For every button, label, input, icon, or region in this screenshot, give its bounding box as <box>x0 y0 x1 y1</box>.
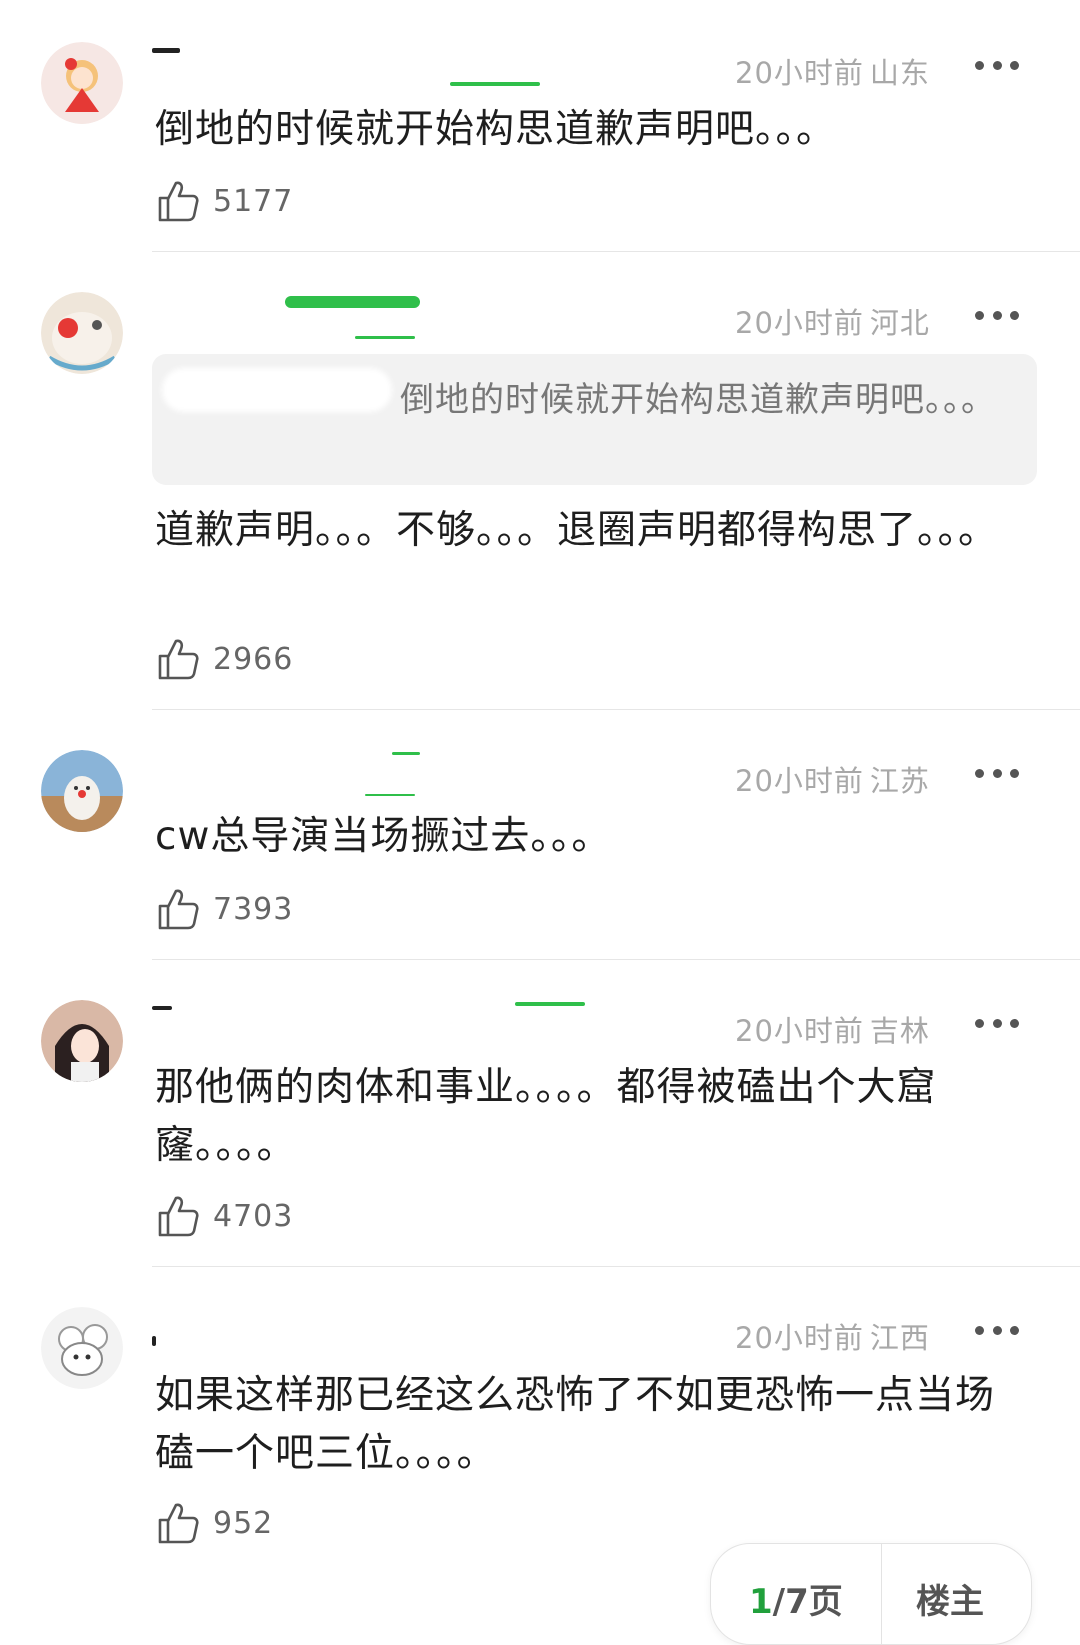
divider <box>152 709 1080 710</box>
divider <box>152 959 1080 960</box>
like-button[interactable]: 952 <box>157 1501 273 1545</box>
comment-text: 道歉声明。。。不够。。。退圈声明都得构思了。。。 <box>155 508 999 553</box>
page-indicator[interactable]: 1/7页 <box>749 1574 843 1623</box>
comment-meta: 20小时前 吉林 <box>735 1008 930 1050</box>
username-redacted <box>152 1006 172 1010</box>
username-badge <box>450 82 540 86</box>
divider <box>152 251 1080 252</box>
pager-divider <box>881 1544 882 1644</box>
like-count: 952 <box>213 1505 274 1541</box>
like-button[interactable]: 7393 <box>157 887 293 931</box>
avatar[interactable] <box>41 1000 123 1082</box>
quoted-reply[interactable]: 倒地的时候就开始构思道歉声明吧。。。 <box>152 354 1037 485</box>
thumbs-up-icon <box>158 1503 199 1544</box>
total-pages: /7页 <box>772 1582 843 1622</box>
divider <box>152 1266 1080 1267</box>
like-button[interactable]: 4703 <box>157 1194 293 1238</box>
comment-meta: 20小时前 江苏 <box>735 758 930 800</box>
username-redacted <box>152 48 180 53</box>
comment-location: 江苏 <box>869 764 930 798</box>
thumbs-up-icon <box>158 639 199 680</box>
username-badge <box>285 296 420 308</box>
username-redacted <box>152 1336 156 1346</box>
comment-location: 山东 <box>869 56 930 90</box>
more-dots-icon[interactable] <box>975 1016 1019 1030</box>
like-button[interactable]: 5177 <box>157 179 293 223</box>
username-badge <box>515 1002 585 1006</box>
comment-text: 如果这样那已经这么恐怖了不如更恐怖一点当场磕一个吧三位。。。。 <box>155 1373 996 1476</box>
comment-time: 20小时前 <box>735 306 864 340</box>
avatar[interactable] <box>41 42 123 124</box>
page-navigator: 1/7页 楼主 <box>710 1543 1032 1645</box>
more-dots-icon[interactable] <box>975 766 1019 780</box>
comment-location: 江西 <box>869 1321 930 1355</box>
more-dots-icon[interactable] <box>975 308 1019 322</box>
thumbs-up-icon <box>158 889 199 930</box>
comment-location: 河北 <box>869 306 930 340</box>
username-underline <box>355 336 415 339</box>
avatar[interactable] <box>41 1307 123 1389</box>
thumbs-up-icon <box>158 181 199 222</box>
comment-text: 倒地的时候就开始构思道歉声明吧。。。 <box>155 107 837 152</box>
like-count: 5177 <box>213 183 294 219</box>
op-only-button[interactable]: 楼主 <box>916 1574 984 1623</box>
comment-meta: 20小时前 山东 <box>735 50 930 92</box>
like-count: 7393 <box>213 891 294 927</box>
avatar[interactable] <box>41 750 123 832</box>
comment-text: 那他俩的肉体和事业。。。。都得被磕出个大窟窿。。。。 <box>155 1065 937 1168</box>
comment-meta: 20小时前 江西 <box>735 1315 930 1357</box>
comment-location: 吉林 <box>869 1014 930 1048</box>
username-badge <box>392 752 420 755</box>
like-count: 2966 <box>213 641 294 677</box>
avatar[interactable] <box>41 292 123 374</box>
username-underline <box>365 794 415 796</box>
more-dots-icon[interactable] <box>975 1323 1019 1337</box>
comment-meta: 20小时前 河北 <box>735 300 930 342</box>
current-page: 1 <box>749 1582 773 1622</box>
comment-time: 20小时前 <box>735 764 864 798</box>
comment-time: 20小时前 <box>735 56 864 90</box>
comment-text: cw总导演当场撅过去。。。 <box>155 814 612 859</box>
like-count: 4703 <box>213 1198 294 1234</box>
comment-time: 20小时前 <box>735 1321 864 1355</box>
more-dots-icon[interactable] <box>975 58 1019 72</box>
quoted-text: 倒地的时候就开始构思道歉声明吧。。。 <box>400 380 996 420</box>
thumbs-up-icon <box>158 1196 199 1237</box>
like-button[interactable]: 2966 <box>157 637 293 681</box>
comment-time: 20小时前 <box>735 1014 864 1048</box>
